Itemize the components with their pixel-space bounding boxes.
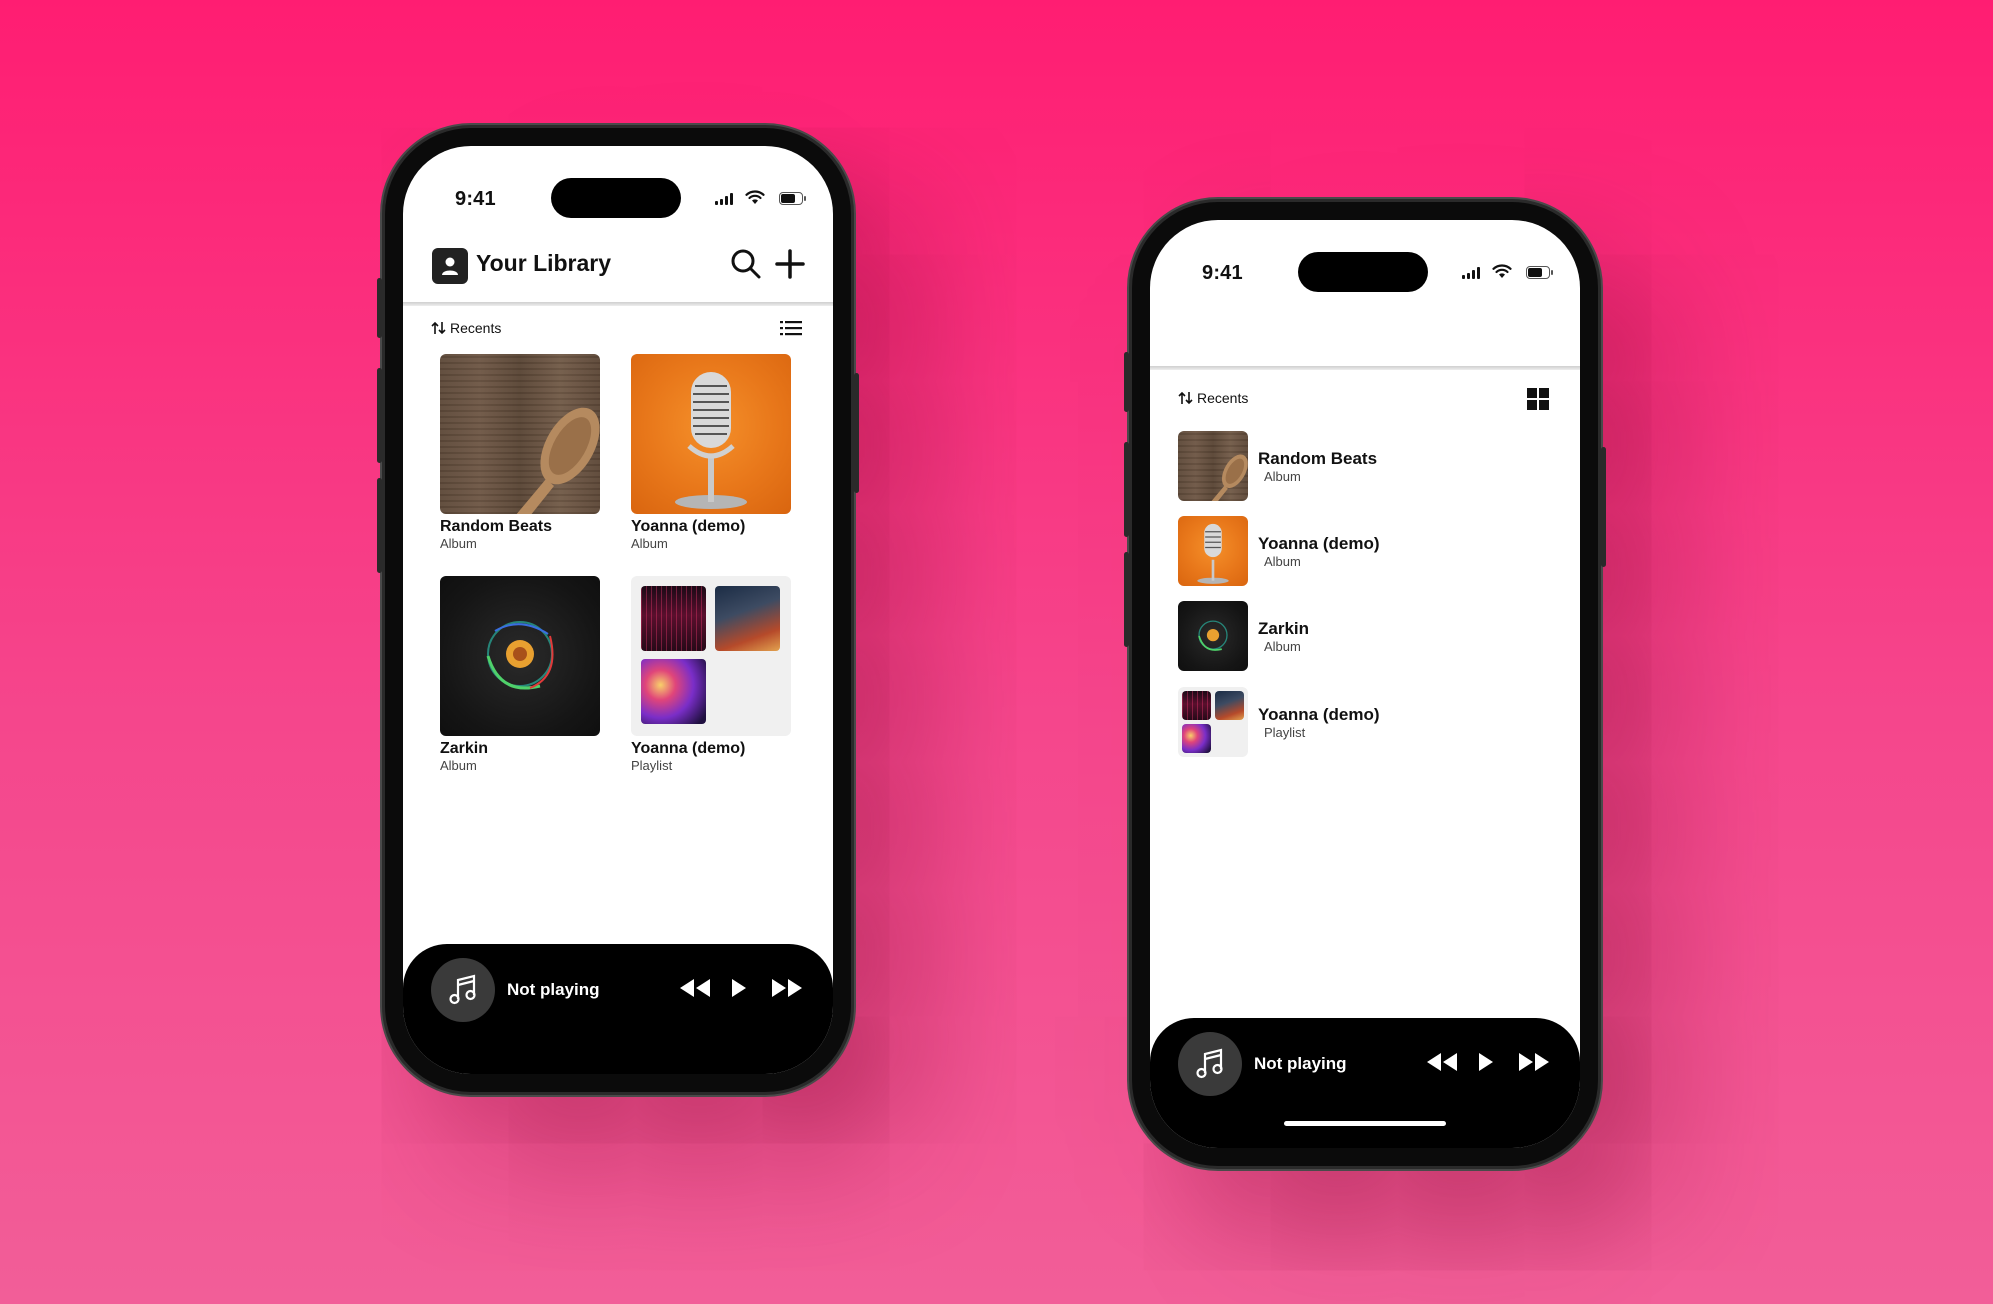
list-item-subtitle: Playlist — [1264, 725, 1306, 740]
profile-icon — [442, 257, 458, 275]
signal-icon — [715, 193, 733, 205]
album-art-dark-swirl — [1178, 601, 1248, 671]
list-item-subtitle: Album — [1264, 554, 1301, 569]
grid-view-icon[interactable] — [1526, 387, 1550, 411]
library-card[interactable]: Random Beats Album — [440, 354, 600, 551]
list-item-title: Yoanna (demo) — [1258, 705, 1380, 724]
card-title: Yoanna (demo) — [631, 740, 746, 757]
collage-tile — [1182, 691, 1211, 720]
list-item-title: Zarkin — [1258, 619, 1310, 638]
collage-tile — [1182, 724, 1211, 753]
header-divider — [403, 302, 833, 306]
card-subtitle: Playlist — [631, 758, 673, 773]
status-bar: 9:41 — [403, 146, 833, 226]
volume-down-button — [1124, 552, 1129, 647]
album-art-dark-swirl — [440, 576, 600, 736]
album-art-wooden-spoon — [440, 354, 600, 514]
search-icon[interactable] — [729, 247, 763, 281]
battery-icon — [779, 192, 806, 205]
volume-up-button — [377, 368, 382, 463]
home-indicator[interactable] — [1284, 1121, 1446, 1126]
screen: 9:41 Your Library Recents Random Beats A… — [403, 146, 833, 1074]
wifi-icon — [745, 190, 765, 204]
sort-arrows-icon — [431, 321, 446, 335]
now-playing-art — [1178, 1032, 1242, 1096]
sort-label: Recents — [1197, 390, 1249, 406]
wifi-icon — [1492, 264, 1512, 278]
plus-icon[interactable] — [773, 247, 807, 281]
status-time: 9:41 — [455, 188, 496, 210]
list-view-icon[interactable] — [779, 317, 803, 341]
play-icon[interactable] — [729, 976, 749, 1000]
player-status: Not playing — [1254, 1054, 1347, 1073]
library-card[interactable]: Yoanna (demo) Album — [631, 354, 791, 551]
collage-tile — [1215, 691, 1244, 720]
album-art-wooden-spoon — [1178, 431, 1248, 501]
dynamic-island — [551, 178, 681, 218]
album-art-microphone — [631, 354, 791, 514]
card-title: Yoanna (demo) — [631, 518, 746, 535]
phone-list-view: 9:41 Recents Random Beats Album Yoanna (… — [1124, 202, 1606, 1166]
library-card[interactable]: Zarkin Album — [440, 576, 600, 773]
page-title: Your Library — [476, 250, 612, 276]
list-item[interactable]: Zarkin Album — [1178, 601, 1558, 671]
sort-label: Recents — [450, 320, 502, 336]
music-note-icon — [1196, 1048, 1223, 1079]
side-button — [854, 373, 859, 493]
library-card[interactable]: Yoanna (demo) Playlist — [631, 576, 791, 773]
battery-icon — [1526, 266, 1553, 279]
play-icon[interactable] — [1476, 1050, 1496, 1074]
sort-bar: Recents — [1150, 384, 1580, 414]
volume-up-button — [1124, 442, 1129, 537]
collage-tile — [641, 586, 706, 651]
card-title: Random Beats — [440, 518, 553, 535]
list-item-subtitle: Album — [1264, 469, 1301, 484]
sort-button[interactable]: Recents — [1178, 390, 1248, 406]
profile-button[interactable] — [432, 248, 468, 284]
fast-forward-icon[interactable] — [1516, 1050, 1552, 1074]
signal-icon — [1462, 267, 1480, 279]
list-item[interactable]: Random Beats Album — [1178, 431, 1558, 501]
rewind-icon[interactable] — [1424, 1050, 1460, 1074]
screen: 9:41 Recents Random Beats Album Yoanna (… — [1150, 220, 1580, 1148]
list-item[interactable]: Yoanna (demo) Album — [1178, 516, 1558, 586]
playlist-collage — [1178, 687, 1248, 757]
card-subtitle: Album — [440, 536, 477, 551]
status-time: 9:41 — [1202, 262, 1243, 284]
album-art-microphone — [1178, 516, 1248, 586]
mini-player[interactable]: Not playing — [1150, 1018, 1580, 1148]
volume-down-button — [377, 478, 382, 573]
card-title: Zarkin — [440, 740, 489, 757]
player-status: Not playing — [507, 980, 600, 999]
rewind-icon[interactable] — [677, 976, 713, 1000]
status-bar: 9:41 — [1150, 220, 1580, 300]
phone-grid-view: 9:41 Your Library Recents Random Beats A… — [377, 128, 859, 1092]
library-header: Your Library — [403, 234, 833, 302]
list-item-title: Yoanna (demo) — [1258, 534, 1380, 553]
list-item[interactable]: Yoanna (demo) Playlist — [1178, 687, 1558, 757]
list-item-title: Random Beats — [1258, 449, 1378, 468]
collage-tile — [715, 586, 780, 651]
fast-forward-icon[interactable] — [769, 976, 805, 1000]
card-subtitle: Album — [631, 536, 668, 551]
playlist-collage — [631, 576, 791, 736]
dynamic-island — [1298, 252, 1428, 292]
now-playing-art — [431, 958, 495, 1022]
collage-tile — [641, 659, 706, 724]
sort-arrows-icon — [1178, 391, 1193, 405]
card-subtitle: Album — [440, 758, 477, 773]
music-note-icon — [449, 974, 476, 1005]
sort-bar: Recents — [403, 314, 833, 344]
header-divider — [1150, 366, 1580, 370]
sort-button[interactable]: Recents — [431, 320, 501, 336]
side-button — [1601, 447, 1606, 567]
list-item-subtitle: Album — [1264, 639, 1301, 654]
mini-player[interactable]: Not playing — [403, 944, 833, 1074]
